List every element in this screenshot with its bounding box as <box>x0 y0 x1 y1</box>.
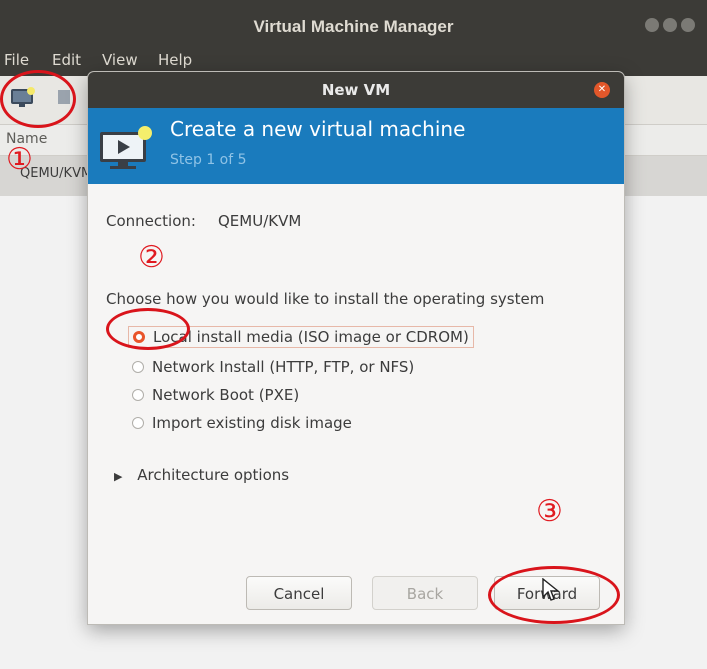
option-import-disk-image[interactable]: Import existing disk image <box>132 414 352 432</box>
close-window-button[interactable] <box>681 18 695 32</box>
connection-label: Connection: <box>106 212 196 230</box>
radio-icon[interactable] <box>132 361 144 373</box>
option-network-boot[interactable]: Network Boot (PXE) <box>132 386 299 404</box>
menu-view[interactable]: View <box>102 51 138 69</box>
step-indicator: Step 1 of 5 <box>170 152 247 168</box>
option-label: Network Install (HTTP, FTP, or NFS) <box>152 358 415 376</box>
architecture-expander[interactable]: ▶ Architecture options <box>114 466 289 484</box>
dialog-close-icon[interactable]: ✕ <box>594 82 610 98</box>
cancel-button[interactable]: Cancel <box>246 576 352 610</box>
radio-icon[interactable] <box>132 417 144 429</box>
annotation-number-1: ① <box>6 142 33 177</box>
menu-edit[interactable]: Edit <box>52 51 81 69</box>
menu-help[interactable]: Help <box>158 51 192 69</box>
header-title: Create a new virtual machine <box>170 117 466 141</box>
menu-file[interactable]: File <box>4 51 29 69</box>
expander-triangle-icon: ▶ <box>114 470 123 483</box>
annotation-number-2: ② <box>138 240 165 275</box>
option-label: Import existing disk image <box>152 414 352 432</box>
annotation-number-3: ③ <box>536 494 563 529</box>
option-label: Network Boot (PXE) <box>152 386 300 404</box>
dialog-titlebar: New VM ✕ <box>88 72 624 108</box>
option-label: Local install media (ISO image or CDROM) <box>153 328 469 346</box>
connection-value: QEMU/KVM <box>218 212 302 230</box>
annotation-circle-2 <box>106 308 190 350</box>
install-method-label: Choose how you would like to install the… <box>106 290 545 308</box>
mouse-pointer-icon <box>542 578 560 601</box>
window-controls <box>645 18 695 32</box>
new-vm-dialog: New VM ✕ Create a new virtual machine St… <box>88 72 624 624</box>
architecture-label: Architecture options <box>137 466 290 484</box>
maximize-button[interactable] <box>663 18 677 32</box>
vm-monitor-icon <box>100 126 152 169</box>
radio-icon[interactable] <box>132 389 144 401</box>
dialog-title: New VM <box>321 81 391 99</box>
annotation-circle-1 <box>0 70 76 128</box>
dialog-header-banner: Create a new virtual machine Step 1 of 5 <box>88 108 624 184</box>
minimize-button[interactable] <box>645 18 659 32</box>
back-button[interactable]: Back <box>372 576 478 610</box>
window-title: Virtual Machine Manager <box>253 17 454 36</box>
main-window-titlebar: Virtual Machine Manager <box>0 0 707 48</box>
option-network-install[interactable]: Network Install (HTTP, FTP, or NFS) <box>132 358 414 376</box>
